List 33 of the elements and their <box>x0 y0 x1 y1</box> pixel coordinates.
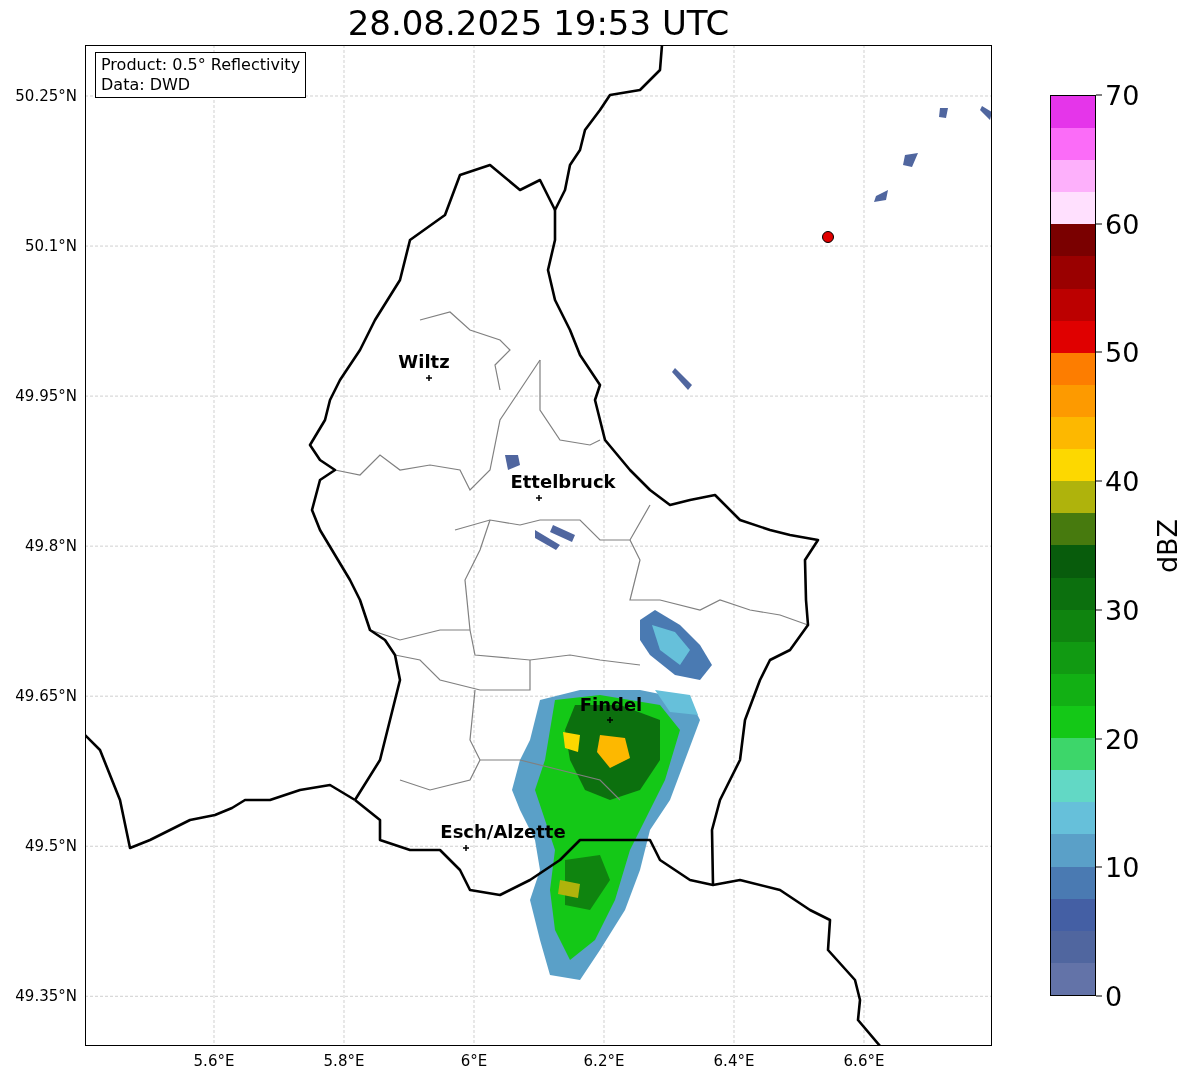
latitude-label: 49.8°N <box>24 537 77 556</box>
place-marker-icon <box>606 716 614 724</box>
latitude-label: 49.5°N <box>24 837 77 856</box>
place-label: Ettelbruck <box>510 471 616 492</box>
colorbar-tick-label: 20 <box>1096 723 1140 755</box>
map-title: 28.08.2025 19:53 UTC <box>346 1 731 45</box>
info-text: Product: 0.5° Reflectivity <box>101 55 301 75</box>
colorbar-tick-label: 40 <box>1096 465 1140 497</box>
colorbar-tick-label: 50 <box>1096 336 1140 368</box>
place-label: Wiltz <box>398 351 450 372</box>
latitude-label: 49.65°N <box>15 687 77 706</box>
colorbar-tick-label: 10 <box>1096 851 1140 883</box>
place-label: Findel <box>579 694 643 715</box>
latitude-label: 50.1°N <box>24 237 77 256</box>
colorbar-tick-label: 60 <box>1096 208 1140 240</box>
place-marker-icon <box>462 844 470 852</box>
place-marker-icon <box>535 494 543 502</box>
colorbar-tick-label: 70 <box>1096 79 1140 111</box>
radar-site-marker <box>822 231 834 243</box>
longitude-label: 6.6°E <box>843 1052 885 1070</box>
colorbar-tick-label: 30 <box>1096 594 1140 626</box>
colorbar-tick-label: 0 <box>1096 980 1123 1012</box>
colorbar-label: dBZ <box>1151 518 1183 573</box>
place-marker-icon <box>425 374 433 382</box>
longitude-label: 6.4°E <box>713 1052 755 1070</box>
longitude-label: 6.2°E <box>583 1052 625 1070</box>
latitude-label: 50.25°N <box>15 87 77 105</box>
latitude-label: 49.95°N <box>15 387 77 406</box>
longitude-label: 5.8°E <box>323 1052 365 1070</box>
longitude-label: 5.6°E <box>193 1052 235 1070</box>
info-text: Data: DWD <box>101 75 192 95</box>
longitude-label: 6°E <box>460 1052 488 1070</box>
latitude-label: 49.35°N <box>15 987 77 1006</box>
